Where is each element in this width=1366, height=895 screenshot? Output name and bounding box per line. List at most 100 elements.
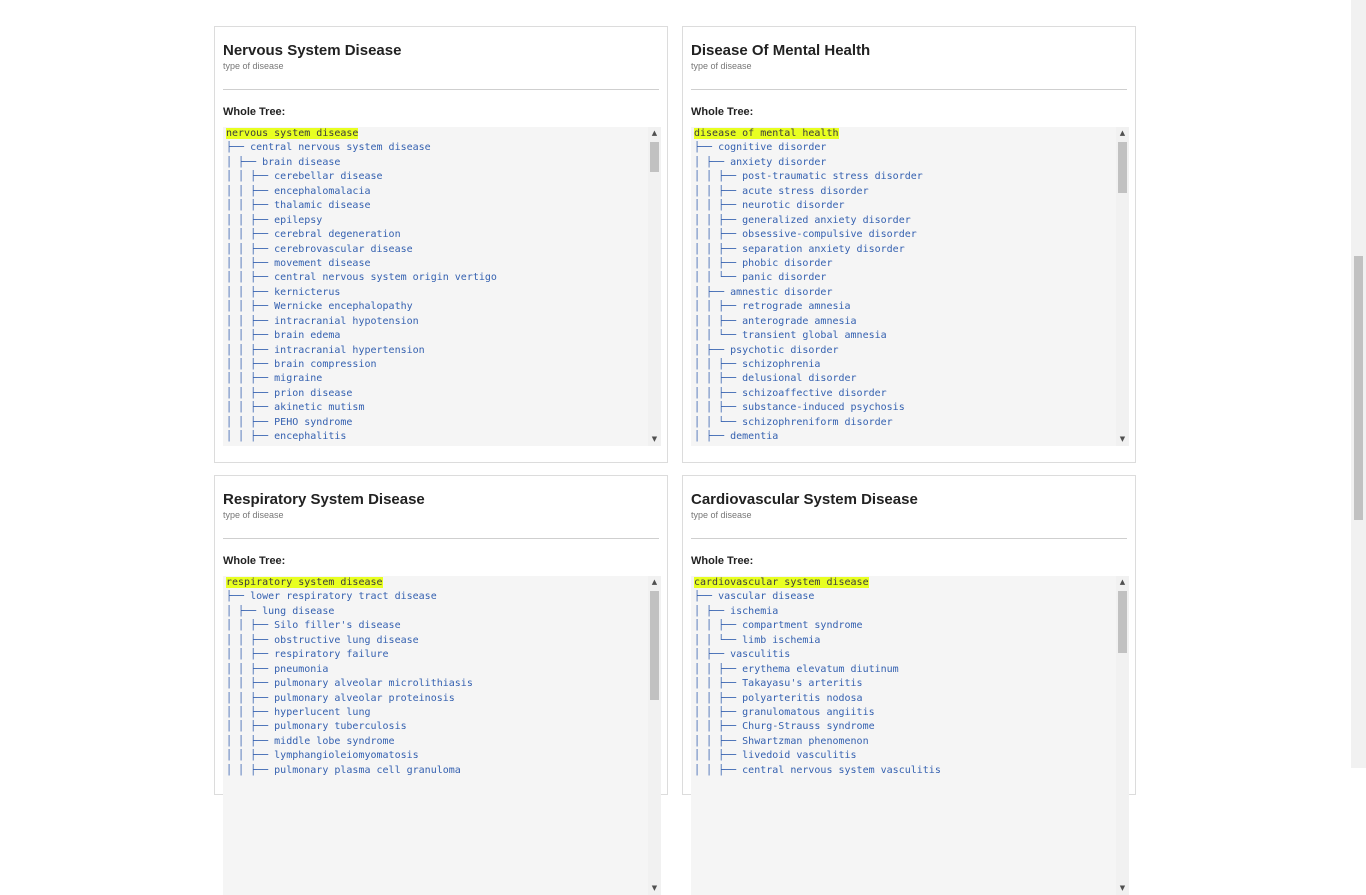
tree-node: │ │ ├── brain compression bbox=[226, 359, 377, 370]
tree-node: │ │ ├── pulmonary tuberculosis bbox=[226, 721, 407, 733]
tree-node: │ │ ├── epilepsy bbox=[226, 214, 323, 226]
tree-node: │ │ ├── generalized anxiety disorder bbox=[694, 214, 911, 226]
card-title: Disease Of Mental Health bbox=[691, 42, 871, 59]
disease-card-mental-health: Disease Of Mental Health type of disease W… bbox=[682, 26, 1136, 463]
tree-node: │ │ ├── hyperlucent lung bbox=[226, 706, 371, 718]
card-title: Nervous System Disease bbox=[223, 42, 402, 59]
tree-node: │ │ ├── Churg-Strauss syndrome bbox=[694, 721, 875, 733]
tree-node: │ │ ├── encephalitis bbox=[226, 431, 347, 443]
tree-scrollbar[interactable]: ▲ ▼ bbox=[1116, 576, 1129, 895]
tree-node: │ │ ├── akinetic mutism bbox=[226, 402, 365, 414]
tree-node: │ │ ├── polyarteritis nodosa bbox=[694, 692, 863, 704]
tree-text: cardiovascular system disease ├── vascula… bbox=[691, 576, 1115, 778]
divider bbox=[223, 538, 659, 539]
divider bbox=[223, 89, 659, 90]
tree-node: │ │ ├── prion disease bbox=[226, 387, 353, 399]
tree-text: nervous system disease ├── central nervou… bbox=[223, 127, 647, 445]
tree-node: │ │ ├── kernicterus bbox=[226, 286, 341, 298]
scroll-up-arrow-icon[interactable]: ▲ bbox=[1116, 576, 1129, 589]
tree-node: │ │ ├── movement disease bbox=[226, 257, 371, 269]
scroll-thumb[interactable] bbox=[650, 591, 659, 700]
tree-root-line: nervous system disease bbox=[226, 127, 647, 141]
tree-scroll-box[interactable]: disease of mental health ├── cognitive di… bbox=[691, 127, 1129, 446]
card-subtitle: type of disease bbox=[223, 510, 284, 520]
tree-text: disease of mental health ├── cognitive di… bbox=[691, 127, 1115, 445]
whole-tree-label: Whole Tree: bbox=[223, 106, 286, 118]
tree-node: │ ├── psychotic disorder bbox=[694, 344, 839, 356]
tree-node: │ │ ├── Shwartzman phenomenon bbox=[694, 735, 869, 747]
scroll-down-arrow-icon[interactable]: ▼ bbox=[648, 433, 661, 446]
scroll-down-arrow-icon[interactable]: ▼ bbox=[648, 882, 661, 895]
whole-tree-label: Whole Tree: bbox=[223, 555, 286, 567]
tree-scrollbar[interactable]: ▲ ▼ bbox=[648, 576, 661, 895]
tree-node: │ │ ├── obstructive lung disease bbox=[226, 634, 419, 646]
tree-node: │ ├── ischemia bbox=[694, 605, 779, 617]
scroll-thumb[interactable] bbox=[1118, 591, 1127, 653]
tree-node: │ │ ├── pulmonary alveolar microlithiasi… bbox=[226, 678, 473, 690]
tree-node: ├── cognitive disorder bbox=[694, 142, 827, 154]
tree-node: │ │ ├── livedoid vasculitis bbox=[694, 750, 857, 762]
tree-node: │ ├── anxiety disorder bbox=[694, 156, 827, 168]
tree-root-highlight: nervous system disease bbox=[226, 128, 359, 139]
tree-root-line: disease of mental health bbox=[694, 127, 1115, 141]
tree-node: │ │ ├── acute stress disorder bbox=[694, 185, 869, 197]
scroll-thumb[interactable] bbox=[1118, 142, 1127, 193]
disease-card-nervous-system: Nervous System Disease type of disease Who… bbox=[214, 26, 668, 463]
disease-card-respiratory-system: Respiratory System Disease type of diseas… bbox=[214, 475, 668, 895]
tree-scroll-box[interactable]: respiratory system disease ├── lower resp… bbox=[223, 576, 661, 895]
tree-node: │ │ ├── cerebral degeneration bbox=[226, 229, 401, 241]
tree-node: │ │ ├── pulmonary plasma cell granuloma bbox=[226, 764, 461, 776]
tree-node: │ │ ├── PEHO syndrome bbox=[226, 416, 353, 428]
tree-node: │ │ ├── pneumonia bbox=[226, 663, 329, 675]
tree-node: │ │ └── transient global amnesia bbox=[694, 330, 887, 342]
card-title: Respiratory System Disease bbox=[223, 491, 425, 508]
tree-node: │ │ ├── cerebrovascular disease bbox=[226, 243, 413, 255]
tree-node: │ │ ├── pulmonary alveolar proteinosis bbox=[226, 692, 455, 704]
tree-node: │ │ ├── neurotic disorder bbox=[694, 200, 845, 212]
tree-node: │ │ └── schizophreniform disorder bbox=[694, 416, 893, 428]
tree-node: │ │ ├── separation anxiety disorder bbox=[694, 243, 905, 255]
scroll-up-arrow-icon[interactable]: ▲ bbox=[648, 576, 661, 589]
whole-tree-label: Whole Tree: bbox=[691, 106, 754, 118]
page-scrollbar[interactable] bbox=[1351, 0, 1366, 768]
tree-node: │ ├── lung disease bbox=[226, 605, 335, 617]
divider bbox=[691, 538, 1127, 539]
tree-node: ├── lower respiratory tract disease bbox=[226, 591, 437, 603]
tree-node: │ ├── amnestic disorder bbox=[694, 286, 833, 298]
tree-node: │ │ ├── respiratory failure bbox=[226, 649, 389, 661]
tree-scrollbar[interactable]: ▲ ▼ bbox=[1116, 127, 1129, 446]
tree-node: │ │ ├── Takayasu's arteritis bbox=[694, 678, 863, 690]
scroll-thumb[interactable] bbox=[650, 142, 659, 172]
tree-node: │ ├── dementia bbox=[694, 431, 779, 443]
tree-root-line: cardiovascular system disease bbox=[694, 576, 1115, 590]
tree-node: │ │ ├── middle lobe syndrome bbox=[226, 735, 395, 747]
tree-node: │ │ ├── lymphangioleiomyomatosis bbox=[226, 750, 419, 762]
tree-scroll-box[interactable]: nervous system disease ├── central nervou… bbox=[223, 127, 661, 446]
tree-node: ├── vascular disease bbox=[694, 591, 815, 603]
scroll-down-arrow-icon[interactable]: ▼ bbox=[1116, 433, 1129, 446]
tree-node: │ │ ├── delusional disorder bbox=[694, 373, 857, 385]
tree-node: │ │ ├── cerebellar disease bbox=[226, 171, 383, 183]
tree-node: │ │ └── limb ischemia bbox=[694, 634, 821, 646]
page-scroll-thumb[interactable] bbox=[1354, 256, 1363, 520]
tree-node: │ │ ├── phobic disorder bbox=[694, 257, 833, 269]
tree-node: │ │ ├── erythema elevatum diutinum bbox=[694, 663, 899, 675]
tree-scrollbar[interactable]: ▲ ▼ bbox=[648, 127, 661, 446]
tree-node: │ │ └── panic disorder bbox=[694, 272, 827, 284]
tree-node: │ │ ├── intracranial hypertension bbox=[226, 344, 425, 356]
scroll-up-arrow-icon[interactable]: ▲ bbox=[648, 127, 661, 140]
scroll-down-arrow-icon[interactable]: ▼ bbox=[1116, 882, 1129, 895]
disease-card-cardiovascular-system: Cardiovascular System Disease type of dis… bbox=[682, 475, 1136, 895]
tree-root-highlight: respiratory system disease bbox=[226, 577, 383, 588]
card-subtitle: type of disease bbox=[691, 61, 752, 71]
tree-node: │ │ ├── granulomatous angiitis bbox=[694, 706, 875, 718]
scroll-up-arrow-icon[interactable]: ▲ bbox=[1116, 127, 1129, 140]
tree-node: │ │ ├── Wernicke encephalopathy bbox=[226, 301, 413, 313]
tree-node: │ │ ├── obsessive-compulsive disorder bbox=[694, 229, 917, 241]
tree-root-line: respiratory system disease bbox=[226, 576, 647, 590]
tree-root-highlight: cardiovascular system disease bbox=[694, 577, 869, 588]
tree-scroll-box[interactable]: cardiovascular system disease ├── vascula… bbox=[691, 576, 1129, 895]
tree-node: │ │ ├── compartment syndrome bbox=[694, 620, 863, 632]
card-subtitle: type of disease bbox=[691, 510, 752, 520]
tree-node: │ │ ├── intracranial hypotension bbox=[226, 315, 419, 327]
